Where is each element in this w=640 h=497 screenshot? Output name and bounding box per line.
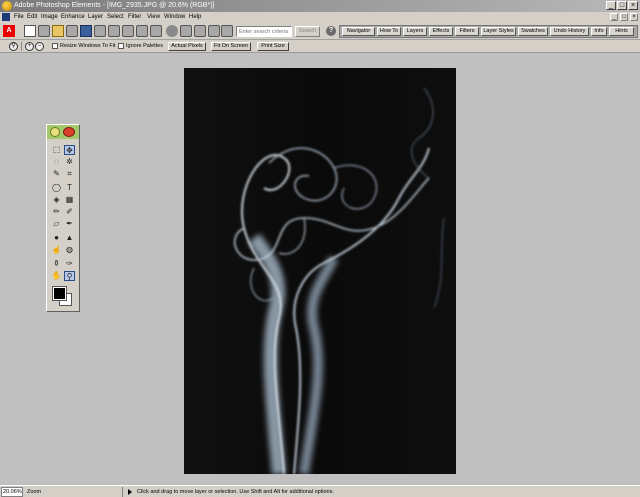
- magic-wand-tool-icon[interactable]: ✲: [64, 157, 75, 167]
- new-file-icon[interactable]: [24, 25, 36, 37]
- type-tool-icon[interactable]: T: [64, 183, 75, 193]
- app-icon[interactable]: [2, 1, 12, 11]
- zoom-label: Zoom: [27, 489, 42, 495]
- menu-enhance[interactable]: Enhance: [61, 13, 85, 22]
- email-icon[interactable]: [136, 25, 148, 37]
- search-button[interactable]: Search: [295, 26, 320, 37]
- document-icon[interactable]: [2, 13, 10, 21]
- menu-filter[interactable]: Filter: [128, 13, 141, 22]
- resize-windows-checkbox[interactable]: [52, 43, 58, 49]
- tab-filters[interactable]: Filters: [455, 27, 479, 36]
- smudge-tool-icon[interactable]: ☝: [51, 245, 62, 255]
- crop-tool-icon[interactable]: ⌗: [64, 169, 75, 179]
- step-forward-icon[interactable]: [194, 25, 206, 37]
- adobe-logo-icon[interactable]: A: [3, 25, 15, 37]
- print-size-button[interactable]: Print Size: [257, 42, 289, 51]
- toolbox: ⬚ ✥ ◌ ✲ ✎ ⌗ ◯ T ◈ ▦ ✏ ✐ ▱ ✒ ● ▲ ☝ ◍ ⚱ ✑ …: [46, 124, 80, 312]
- brush-tool-icon[interactable]: ✏: [51, 207, 62, 217]
- tab-layers[interactable]: Layers: [403, 27, 427, 36]
- toolbox-logo-icon: [50, 127, 60, 137]
- toolbox-eye-icon: [63, 127, 75, 137]
- doc-minimize-button[interactable]: _: [610, 13, 618, 21]
- quick-fix-icon[interactable]: [166, 25, 178, 37]
- menu-layer[interactable]: Layer: [88, 13, 103, 22]
- actual-pixels-button[interactable]: Actual Pixels: [168, 42, 206, 51]
- zoom-field[interactable]: 20.06%: [1, 487, 23, 497]
- divider: [21, 42, 22, 51]
- zoom-in-icon[interactable]: +: [25, 42, 34, 51]
- search-input[interactable]: [236, 26, 292, 37]
- play-arrow-icon[interactable]: [128, 489, 132, 495]
- clone-stamp-tool-icon[interactable]: ⚱: [51, 259, 62, 269]
- ignore-palettes-checkbox[interactable]: [118, 43, 124, 49]
- menu-help[interactable]: Help: [189, 13, 201, 22]
- close-button[interactable]: ×: [628, 1, 638, 10]
- save-for-web-icon[interactable]: [94, 25, 106, 37]
- zoom-out-icon[interactable]: −: [35, 42, 44, 51]
- online-services-icon[interactable]: [150, 25, 162, 37]
- sharpen-tool-icon[interactable]: ▲: [64, 233, 75, 243]
- help-icon[interactable]: ?: [326, 26, 336, 36]
- foreground-color-swatch[interactable]: [52, 286, 67, 301]
- gradient-tool-icon[interactable]: ▦: [64, 195, 75, 205]
- menu-bar: File Edit Image Enhance Layer Select Fil…: [0, 12, 640, 23]
- maximize-button[interactable]: □: [617, 1, 627, 10]
- doc-close-button[interactable]: ×: [630, 13, 638, 21]
- move-tool-icon[interactable]: ✥: [64, 145, 75, 155]
- title-bar: Adobe Photoshop Elements - [IMG_2935.JPG…: [0, 0, 640, 12]
- tab-undo-history[interactable]: Undo History: [550, 27, 589, 36]
- undo-icon[interactable]: [208, 25, 220, 37]
- doc-restore-button[interactable]: □: [620, 13, 628, 21]
- blur-tool-icon[interactable]: ●: [51, 233, 62, 243]
- save-icon[interactable]: [80, 25, 92, 37]
- hand-tool-icon[interactable]: ✋: [51, 271, 62, 281]
- print-icon[interactable]: [122, 25, 134, 37]
- window-title: Adobe Photoshop Elements - [IMG_2935.JPG…: [14, 2, 215, 9]
- menu-image[interactable]: Image: [41, 13, 58, 22]
- tab-effects[interactable]: Effects: [429, 27, 453, 36]
- eyedropper-tool-icon[interactable]: ✑: [64, 259, 75, 269]
- marquee-tool-icon[interactable]: ⬚: [51, 145, 62, 155]
- acquire-icon[interactable]: [38, 25, 50, 37]
- tab-swatches[interactable]: Swatches: [518, 27, 548, 36]
- toolbox-header[interactable]: [47, 125, 79, 139]
- print-preview-icon[interactable]: [108, 25, 120, 37]
- tab-navigator[interactable]: Navigator: [342, 27, 375, 36]
- menu-select[interactable]: Select: [107, 13, 124, 22]
- palette-well: Navigator How To Layers Effects Filters …: [339, 25, 638, 38]
- lock-icon[interactable]: [221, 25, 233, 37]
- lasso-tool-icon[interactable]: ◌: [51, 157, 62, 167]
- shape-tool-icon[interactable]: ◯: [51, 183, 62, 193]
- menu-window[interactable]: Window: [164, 13, 185, 22]
- shortcuts-bar: A Search ? Navigator How To Layers Effec…: [0, 23, 640, 40]
- zoom-tool-icon[interactable]: ⚲: [9, 42, 18, 51]
- selection-brush-tool-icon[interactable]: ✎: [51, 169, 62, 179]
- step-backward-icon[interactable]: [180, 25, 192, 37]
- tab-how-to[interactable]: How To: [377, 27, 401, 36]
- zoom-tool-box-icon[interactable]: ⚲: [64, 271, 75, 281]
- status-bar: 20.06% Zoom Click and drag to move layer…: [0, 485, 640, 497]
- fit-on-screen-button[interactable]: Fit On Screen: [211, 42, 251, 51]
- ignore-palettes-label: Ignore Palettes: [126, 43, 163, 49]
- options-bar: ⚲ + − Resize Windows To Fit Ignore Palet…: [0, 40, 640, 53]
- status-hint: Click and drag to move layer or selectio…: [137, 489, 334, 495]
- divider: [122, 487, 123, 497]
- sponge-tool-icon[interactable]: ◍: [64, 245, 75, 255]
- menu-file[interactable]: File: [14, 13, 24, 22]
- document-canvas[interactable]: [184, 68, 456, 474]
- menu-view[interactable]: View: [147, 13, 160, 22]
- menu-edit[interactable]: Edit: [27, 13, 37, 22]
- minimize-button[interactable]: _: [606, 1, 616, 10]
- smoke-photo: [184, 68, 456, 474]
- resize-windows-label: Resize Windows To Fit: [60, 43, 116, 49]
- impressionist-brush-tool-icon[interactable]: ✒: [64, 219, 75, 229]
- tab-layer-styles[interactable]: Layer Styles: [481, 27, 516, 36]
- tab-hints[interactable]: Hints: [609, 27, 634, 36]
- open-icon[interactable]: [52, 25, 64, 37]
- pencil-tool-icon[interactable]: ✐: [64, 207, 75, 217]
- browse-icon[interactable]: [66, 25, 78, 37]
- eraser-tool-icon[interactable]: ▱: [51, 219, 62, 229]
- tab-info[interactable]: Info: [591, 27, 607, 36]
- paint-bucket-tool-icon[interactable]: ◈: [51, 195, 62, 205]
